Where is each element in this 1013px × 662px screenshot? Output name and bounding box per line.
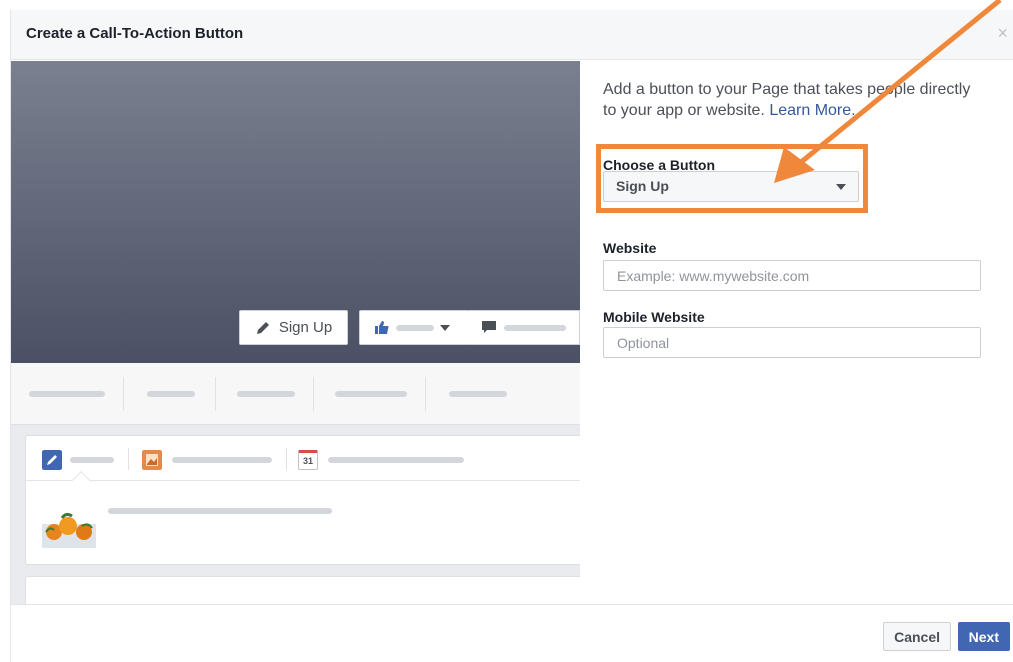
- nav-item-placeholder: [449, 391, 507, 397]
- nav-item-placeholder: [147, 391, 195, 397]
- choose-button-select[interactable]: Sign Up: [603, 171, 859, 202]
- screenshot-stage: Create a Call-To-Action Button × Sign Up: [0, 0, 1013, 662]
- calendar-icon: 31: [298, 450, 318, 470]
- composer-text-placeholder: [108, 508, 332, 514]
- thumbs-up-icon: [375, 321, 389, 334]
- feed-card-placeholder: [25, 576, 580, 604]
- nav-divider: [215, 377, 216, 411]
- status-icon: [42, 450, 62, 470]
- nav-divider: [313, 377, 314, 411]
- message-icon: [482, 321, 496, 333]
- dialog-title: Create a Call-To-Action Button: [26, 25, 244, 42]
- composer-tabs: 31: [26, 436, 580, 491]
- close-icon[interactable]: ×: [997, 24, 1008, 42]
- caret-down-icon: [440, 324, 450, 331]
- nav-divider: [425, 377, 426, 411]
- composer-divider: [128, 448, 129, 470]
- nav-item-placeholder: [29, 391, 105, 397]
- page-edge: [0, 0, 10, 662]
- photo-icon: [142, 450, 162, 470]
- website-label: Website: [603, 240, 657, 256]
- page-avatar-image: [42, 512, 96, 548]
- composer-tab-placeholder: [328, 457, 464, 463]
- pencil-icon: [256, 321, 269, 334]
- like-button-placeholder: [359, 310, 469, 345]
- composer-tab-placeholder: [172, 457, 272, 463]
- chevron-down-icon: [836, 184, 846, 190]
- cta-preview-label: Sign Up: [278, 319, 333, 336]
- like-label-placeholder: [396, 324, 434, 331]
- cta-form: Add a button to your Page that takes peo…: [580, 61, 1013, 604]
- message-button-placeholder: [468, 310, 580, 345]
- composer-tab-pointer: [71, 471, 91, 491]
- mobile-website-input[interactable]: [603, 327, 981, 358]
- form-description: Add a button to your Page that takes peo…: [603, 79, 983, 121]
- nav-item-placeholder: [237, 391, 295, 397]
- message-label-placeholder: [504, 324, 566, 331]
- mobile-website-label: Mobile Website: [603, 309, 705, 325]
- website-input[interactable]: [603, 260, 981, 291]
- dialog-header: Create a Call-To-Action Button ×: [11, 10, 1013, 60]
- page-preview: Sign Up 31: [11, 61, 580, 604]
- composer-tab-placeholder: [70, 457, 114, 463]
- page-nav-placeholder: [11, 363, 580, 425]
- cancel-button[interactable]: Cancel: [883, 622, 951, 651]
- cta-preview-button: Sign Up: [239, 310, 348, 345]
- create-cta-dialog: Create a Call-To-Action Button × Sign Up: [10, 10, 1013, 662]
- next-button[interactable]: Next: [957, 622, 1010, 651]
- nav-item-placeholder: [335, 391, 407, 397]
- post-composer-placeholder: 31: [25, 435, 580, 565]
- learn-more-link[interactable]: Learn More.: [769, 102, 855, 119]
- nav-divider: [123, 377, 124, 411]
- choose-button-value: Sign Up: [616, 178, 669, 194]
- dialog-footer: Cancel Next: [11, 604, 1013, 662]
- composer-divider: [286, 448, 287, 470]
